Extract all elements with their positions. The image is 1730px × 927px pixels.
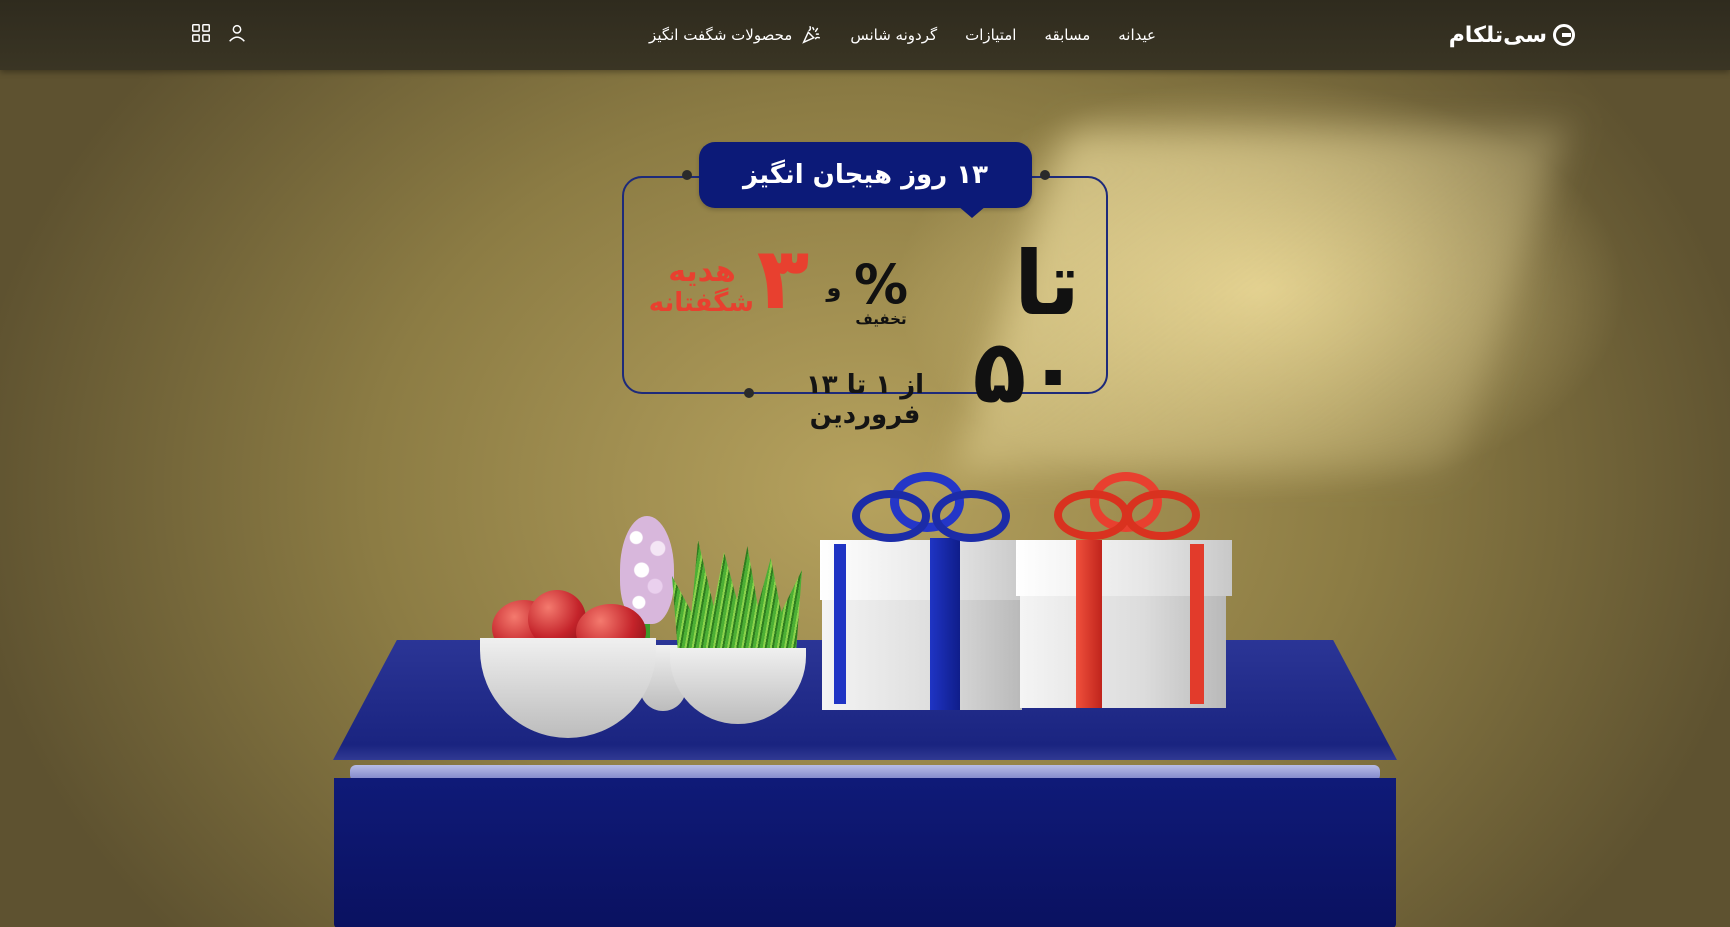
top-header: سی‌تلکام عیدانه مسابقه امتیازات گردونه ش…: [0, 0, 1730, 70]
gift-word: هدیه: [668, 254, 736, 289]
nav-item-wheel-of-fortune[interactable]: گردونه شانس: [850, 26, 937, 44]
confetti-icon: [802, 26, 821, 44]
gift-adjective: شگفتانه: [648, 288, 754, 318]
nav-label: عیدانه: [1118, 26, 1156, 44]
brand-logo[interactable]: سی‌تلکام: [1449, 18, 1575, 52]
percent-sign: %: [853, 253, 909, 316]
frame-dot: [1040, 170, 1050, 180]
nav-label: محصولات شگفت انگیز: [649, 26, 793, 44]
logo-mark-icon: [1553, 24, 1575, 46]
user-icon[interactable]: [226, 22, 248, 44]
hero-banner[interactable]: ۱۳ روز هیجان انگیز تا ۵۰ % تخفیف و ۳ هدی…: [0, 70, 1730, 927]
gift-box-blue-bow: [932, 490, 1010, 542]
gift-box-blue-ribbon: [930, 538, 960, 710]
gift-box-red-bow: [1124, 490, 1200, 540]
gift-box-red-bow: [1054, 490, 1130, 540]
table-front: [334, 778, 1396, 927]
badge-tail: [958, 206, 986, 218]
and-label: و: [826, 274, 842, 302]
nav-item-points[interactable]: امتیازات: [965, 26, 1016, 44]
gift-box-blue-bow: [852, 490, 930, 542]
header-actions: [190, 22, 248, 44]
gift-count: ۳: [756, 229, 810, 329]
promo-badge: ۱۳ روز هیجان انگیز: [699, 142, 1032, 208]
gift-box-blue-lid: [820, 540, 1026, 600]
gift-box-red-ribbon: [1076, 540, 1102, 708]
page: سی‌تلکام عیدانه مسابقه امتیازات گردونه ش…: [0, 0, 1730, 927]
frame-dot: [682, 170, 692, 180]
main-nav: عیدانه مسابقه امتیازات گردونه شانس محصول…: [649, 0, 1156, 70]
gift-box-blue-ribbon: [834, 544, 846, 704]
date-range: از ۱ تا ۱۳ فروردین: [805, 370, 925, 430]
nav-label: گردونه شانس: [850, 26, 938, 44]
nav-item-eidaneh[interactable]: عیدانه: [1118, 26, 1156, 44]
sabzeh-grass: [672, 540, 802, 660]
nav-item-competition[interactable]: مسابقه: [1044, 26, 1090, 44]
grid-icon[interactable]: [190, 22, 212, 44]
logo-text: سی‌تلکام: [1448, 22, 1548, 48]
nav-label: مسابقه: [1044, 26, 1091, 44]
gift-box-red-ribbon: [1190, 544, 1204, 704]
discount-label: تخفیف: [855, 310, 907, 328]
nav-label: امتیازات: [965, 26, 1017, 44]
nav-item-amazing-products[interactable]: محصولات شگفت انگیز: [649, 24, 822, 46]
